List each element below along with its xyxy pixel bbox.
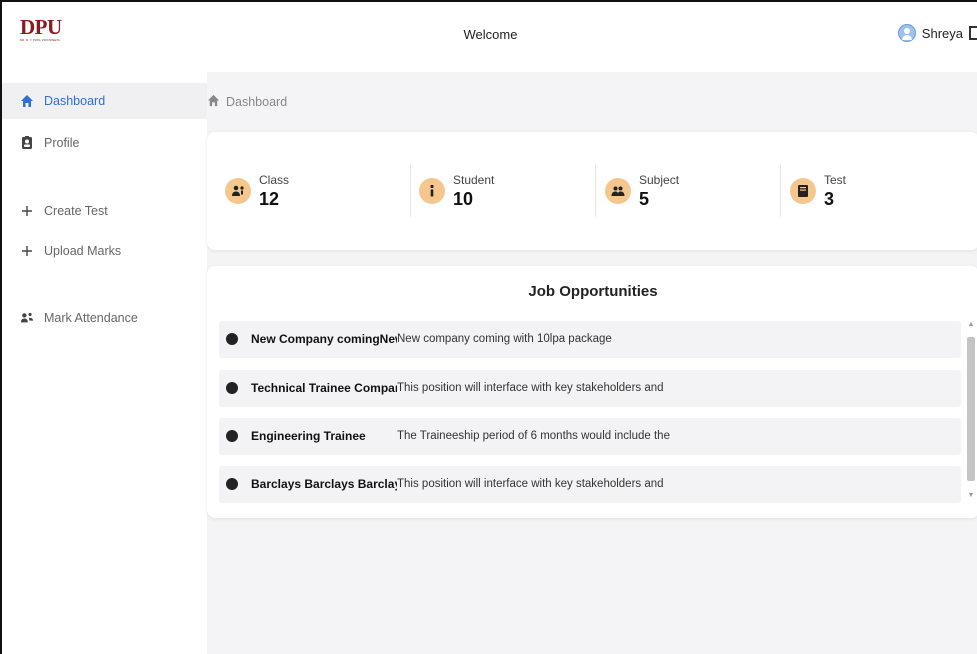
job-item[interactable]: New Company comingNew New company coming… — [219, 321, 961, 357]
job-name: Technical Trainee Company — [251, 381, 397, 395]
stat-subject[interactable]: Subject 5 — [605, 163, 679, 219]
home-icon — [20, 94, 34, 108]
top-header: DPU DR. D. Y. PATIL VIDYAPEETH Welcome S… — [2, 2, 977, 72]
job-name: Barclays Barclays Barclays — [251, 477, 397, 491]
bullet-icon — [226, 382, 238, 394]
sidebar-item-label: Upload Marks — [44, 244, 122, 258]
app-frame: DPU DR. D. Y. PATIL VIDYAPEETH Welcome S… — [0, 0, 977, 654]
plus-icon — [20, 244, 34, 258]
main-content: Dashboard Class 12 Student 10 Subject 5 … — [207, 72, 977, 654]
stat-value: 10 — [453, 189, 474, 209]
sidebar-item-label: Dashboard — [44, 94, 106, 108]
scroll-up-arrow-icon[interactable]: ▲ — [967, 321, 975, 328]
sidebar-item-mark-attendance[interactable]: Mark Attendance — [2, 300, 207, 336]
sidebar-item-dashboard[interactable]: Dashboard — [2, 83, 207, 119]
stat-label: Class — [259, 173, 290, 187]
info-icon — [419, 178, 445, 204]
job-description: New company coming with 10lpa package — [397, 333, 612, 345]
group-icon — [605, 178, 631, 204]
stats-card: Class 12 Student 10 Subject 5 Test 3 — [207, 132, 977, 250]
scroll-thumb[interactable] — [967, 337, 975, 481]
stat-label: Student — [453, 173, 495, 187]
user-menu[interactable]: Shreya — [897, 24, 977, 42]
stat-student[interactable]: Student 10 — [419, 163, 494, 219]
job-name: Engineering Trainee — [251, 429, 366, 443]
sidebar: Dashboard Profile Create Test Upload Mar… — [2, 72, 207, 654]
breadcrumb: Dashboard — [207, 94, 287, 110]
job-description: This position will interface with key st… — [397, 478, 664, 490]
users-icon — [20, 311, 34, 325]
job-description: This position will interface with key st… — [397, 382, 664, 394]
sidebar-item-profile[interactable]: Profile — [2, 125, 207, 161]
sidebar-item-upload-marks[interactable]: Upload Marks — [2, 233, 207, 269]
stat-value: 5 — [639, 189, 650, 209]
stat-value: 3 — [824, 189, 835, 209]
stat-test[interactable]: Test 3 — [790, 163, 846, 219]
avatar-icon[interactable] — [897, 24, 916, 42]
stat-value: 12 — [259, 189, 280, 209]
job-name: New Company comingNew — [251, 332, 397, 346]
breadcrumb-label[interactable]: Dashboard — [226, 95, 287, 109]
stat-label: Subject — [639, 173, 680, 187]
job-item[interactable]: Engineering Trainee The Traineeship peri… — [219, 418, 961, 454]
job-description: The Traineeship period of 6 months would… — [397, 430, 670, 442]
logout-icon[interactable] — [969, 26, 977, 40]
stat-divider — [410, 165, 411, 217]
stat-label: Test — [824, 173, 847, 187]
jobs-title: Job Opportunities — [528, 283, 658, 300]
job-item[interactable]: Barclays Barclays Barclays This position… — [219, 466, 961, 502]
book-icon — [790, 178, 816, 204]
job-item[interactable]: Technical Trainee Company This position … — [219, 370, 961, 406]
jobs-card: Job Opportunities New Company comingNew … — [207, 266, 977, 518]
sidebar-item-label: Mark Attendance — [44, 311, 138, 325]
id-badge-icon — [20, 136, 34, 150]
jobs-scrollbar[interactable]: ▲ ▼ — [965, 321, 977, 499]
scroll-down-arrow-icon[interactable]: ▼ — [967, 492, 975, 499]
stat-class[interactable]: Class 12 — [225, 163, 289, 219]
bullet-icon — [226, 430, 238, 442]
sidebar-item-label: Profile — [44, 136, 80, 150]
sidebar-item-create-test[interactable]: Create Test — [2, 193, 207, 229]
stat-divider — [780, 165, 781, 217]
plus-icon — [20, 204, 34, 218]
stat-divider — [595, 165, 596, 217]
bullet-icon — [226, 478, 238, 490]
page-title: Welcome — [463, 27, 518, 42]
bullet-icon — [226, 333, 238, 345]
home-icon[interactable] — [207, 94, 220, 110]
user-name[interactable]: Shreya — [922, 26, 963, 41]
teacher-icon — [225, 178, 251, 204]
sidebar-item-label: Create Test — [44, 204, 108, 218]
